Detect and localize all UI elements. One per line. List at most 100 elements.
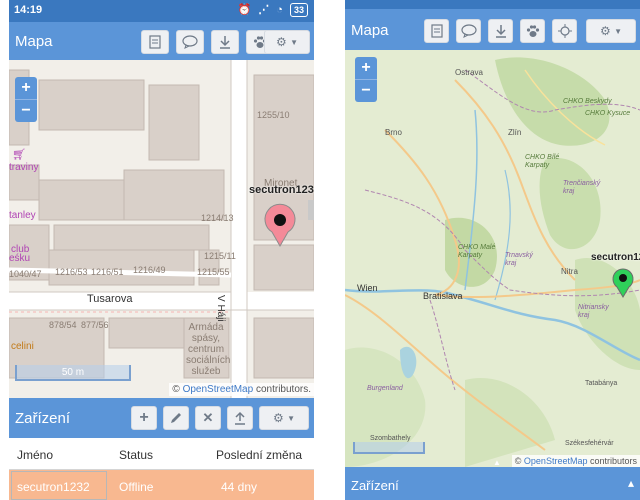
zoom-out-button[interactable]: − bbox=[15, 100, 37, 122]
document-icon bbox=[430, 24, 443, 38]
gear-icon: ⚙ bbox=[599, 24, 611, 38]
upload-icon bbox=[235, 411, 245, 425]
map-label-zlin: Zlín bbox=[508, 128, 522, 137]
collapse-handle-icon[interactable]: ▲ bbox=[493, 458, 501, 467]
plus-icon: + bbox=[139, 409, 149, 426]
map-label-bratislava: Bratislava bbox=[423, 291, 463, 301]
gear-icon: ⚙ bbox=[272, 411, 284, 425]
poi-label-traviny: traviny bbox=[9, 162, 39, 173]
comment-button[interactable] bbox=[176, 30, 204, 54]
map-attribution: © OpenStreetMap contributors. bbox=[169, 383, 314, 396]
download-button[interactable] bbox=[488, 19, 513, 43]
armada-line-5: služeb bbox=[191, 366, 221, 377]
upload-button[interactable] bbox=[227, 406, 253, 430]
attribution-link[interactable]: OpenStreetMap bbox=[524, 456, 588, 466]
pets-button[interactable] bbox=[520, 19, 545, 43]
poi-label-celini: celini bbox=[11, 341, 34, 352]
map-title: Mapa bbox=[351, 22, 389, 39]
status-icons: ⏰ ⋰ ◔ 33 bbox=[237, 3, 308, 17]
status-glyphs: ⏰ ⋰ ◔ bbox=[237, 4, 285, 16]
edit-device-button[interactable] bbox=[163, 406, 189, 430]
devices-title: Zařízení bbox=[15, 410, 71, 427]
map-scale-label: 50 m bbox=[61, 367, 85, 378]
map-label-ostrava: Ostrava bbox=[455, 68, 484, 77]
delete-device-button[interactable]: ✕ bbox=[195, 406, 221, 430]
poi-label-esku: eśku bbox=[9, 253, 31, 264]
caret-down-icon: ▼ bbox=[287, 413, 296, 423]
zoom-out-button[interactable]: − bbox=[355, 80, 377, 102]
phone-screen-detail: 14:19 ⏰ ⋰ ◔ 33 Mapa ⚙ ▼ 1255/10 1214/13 … bbox=[9, 0, 314, 500]
map-label-szombathely: Szombathely bbox=[370, 435, 411, 442]
download-icon bbox=[220, 36, 230, 49]
attribution-rest: contributors bbox=[587, 456, 637, 466]
poi-label-stanley: tanley bbox=[9, 210, 36, 221]
device-label: secutron123 bbox=[249, 184, 314, 196]
report-button[interactable] bbox=[141, 30, 169, 54]
add-device-button[interactable]: + bbox=[131, 406, 157, 430]
map-label-trencin: Trenčianský kraj bbox=[563, 180, 601, 195]
pencil-icon bbox=[171, 413, 181, 423]
zoom-in-button[interactable]: + bbox=[15, 77, 37, 99]
comment-icon bbox=[182, 35, 198, 49]
map-scale bbox=[353, 442, 425, 454]
download-button[interactable] bbox=[211, 30, 239, 54]
map-label-szekesfehervar: Székesfehérvár bbox=[565, 440, 614, 447]
close-icon: ✕ bbox=[202, 410, 214, 425]
caret-down-icon: ▼ bbox=[290, 37, 299, 47]
devices-title: Zařízení bbox=[351, 478, 399, 493]
device-pin-offline[interactable] bbox=[263, 202, 297, 248]
map-label-1214: 1214/13 bbox=[201, 213, 234, 223]
map-label-877: 877/56 bbox=[81, 320, 109, 330]
map-label-chko-bile: CHKO Bílé Karpaty bbox=[525, 154, 560, 169]
paw-icon bbox=[526, 25, 539, 37]
report-button[interactable] bbox=[424, 19, 449, 43]
chevron-up-icon[interactable]: ▴ bbox=[628, 476, 634, 490]
region-map[interactable]: Ostrava CHKO Beskydy CHKO Kysuce Brno Zl… bbox=[345, 50, 640, 467]
phone-screen-overview: Mapa ⚙ ▼ Ostrava CHKO Beskydy CHKO Kysuc… bbox=[345, 0, 640, 500]
download-icon bbox=[495, 25, 506, 38]
document-icon bbox=[149, 35, 161, 49]
zoom-in-button[interactable]: + bbox=[355, 57, 377, 79]
map-label-1215b: 1215/55 bbox=[197, 267, 230, 277]
device-status-cell: Offline bbox=[119, 480, 154, 494]
column-last-change[interactable]: Poslední změna bbox=[216, 448, 302, 462]
attribution-rest: contributors. bbox=[253, 384, 311, 395]
street-label-tusarova: Tusarova bbox=[87, 293, 133, 305]
street-label-vhaji: V Háji bbox=[215, 295, 226, 322]
street-map[interactable]: 1255/10 1214/13 1215/11 1215/55 1216/53 … bbox=[9, 60, 314, 398]
device-name-cell: secutron1232 bbox=[17, 480, 90, 494]
settings-menu-button[interactable]: ⚙ ▼ bbox=[586, 19, 636, 43]
map-label-chko-kysuce: CHKO Kysuce bbox=[585, 110, 631, 117]
devices-header-collapsed[interactable]: Zařízení ▴ bbox=[345, 467, 640, 500]
map-label-nitra: Nitra bbox=[561, 267, 578, 276]
column-name[interactable]: Jméno bbox=[17, 448, 53, 462]
device-label: secutron123 bbox=[591, 252, 640, 263]
map-label-chko-beskydy: CHKO Beskydy bbox=[563, 98, 612, 105]
locate-button[interactable] bbox=[552, 19, 577, 43]
devices-settings-button[interactable]: ⚙ ▼ bbox=[259, 406, 309, 430]
poi-label-armada: Armáda spásy, centrum sociálních služeb bbox=[186, 322, 230, 377]
map-label-chko-male: CHKO Malé Karpaty bbox=[458, 244, 496, 259]
gear-icon: ⚙ bbox=[275, 35, 287, 49]
map-label-1216b: 1216/51 bbox=[91, 267, 124, 277]
settings-menu-button[interactable]: ⚙ ▼ bbox=[264, 30, 310, 54]
zoom-control: + − bbox=[15, 77, 37, 122]
comment-button[interactable] bbox=[456, 19, 481, 43]
map-label-trnava: Trnavský kraj bbox=[505, 252, 533, 267]
devices-header: Zařízení + ✕ ⚙ ▼ bbox=[9, 398, 314, 438]
column-status[interactable]: Status bbox=[119, 448, 153, 462]
armada-line-2: spásy, bbox=[191, 333, 221, 344]
device-pin-online[interactable] bbox=[611, 266, 635, 298]
status-bar: 14:19 ⏰ ⋰ ◔ 33 bbox=[9, 0, 314, 22]
status-time: 14:19 bbox=[14, 4, 43, 16]
battery-icon: 33 bbox=[289, 3, 308, 17]
map-label-nitriansky: Nitriansky kraj bbox=[578, 304, 609, 319]
status-bar-strip bbox=[345, 0, 640, 9]
map-label-wien: Wien bbox=[357, 283, 378, 293]
armada-line-3: centrum bbox=[187, 344, 225, 355]
table-row[interactable]: secutron1232 Offline 44 dny bbox=[9, 470, 314, 500]
map-label-1216c: 1216/49 bbox=[133, 265, 166, 275]
attribution-link[interactable]: OpenStreetMap bbox=[183, 384, 254, 395]
map-label-tatabanya: Tatabánya bbox=[585, 380, 618, 387]
crosshair-icon bbox=[557, 24, 572, 38]
